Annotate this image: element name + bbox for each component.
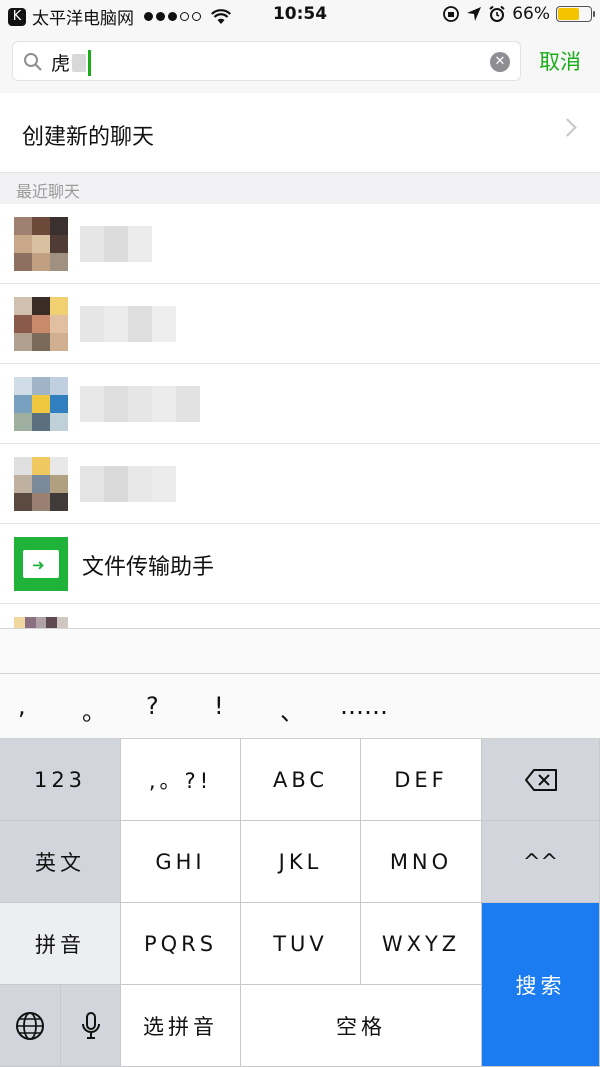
battery-icon <box>556 6 595 22</box>
pqrs-key[interactable]: PQRS <box>121 903 241 985</box>
chat-row-blurred-2[interactable] <box>0 284 600 364</box>
punct-question-key[interactable]: ? <box>146 692 159 720</box>
arrow-right-icon: ➜ <box>32 556 45 574</box>
tuv-key[interactable]: TUV <box>241 903 361 985</box>
chat-name: 文件传输助手 <box>82 555 215 580</box>
battery-percent: 66% <box>512 4 550 24</box>
punct-enum-comma-key[interactable]: 、 <box>280 692 304 727</box>
recent-chats-header: 最近聊天 <box>0 173 600 204</box>
blurred-query-text <box>72 53 87 72</box>
search-input[interactable]: 虎 ✕ <box>12 41 521 81</box>
create-new-chat-label: 创建新的聊天 <box>22 125 155 150</box>
punct-ellipsis-key[interactable]: …… <box>340 692 388 720</box>
status-right: 66% <box>442 4 595 24</box>
text-caret <box>88 49 92 76</box>
create-new-chat-row[interactable]: 创建新的聊天 <box>0 93 600 173</box>
def-key[interactable]: DEF <box>361 739 482 821</box>
location-icon <box>467 7 482 21</box>
recent-chats-label: 最近聊天 <box>16 182 81 201</box>
emoticon-key[interactable]: ^^ <box>482 821 600 903</box>
recent-chat-list: ➜ 文件传输助手 <box>0 204 600 628</box>
blurred-contact-name <box>80 226 152 262</box>
chat-row-blurred-3[interactable] <box>0 364 600 444</box>
search-key[interactable]: 搜索 <box>482 903 600 1067</box>
punctuation-bar: , 。 ? ! 、 …… <box>0 674 600 739</box>
num-key[interactable]: 123 <box>0 739 121 821</box>
orientation-lock-icon <box>443 6 460 22</box>
ghi-key[interactable]: GHI <box>121 821 241 903</box>
search-query: 虎 <box>51 49 92 76</box>
dictation-key[interactable] <box>61 985 121 1067</box>
globe-key[interactable] <box>0 985 61 1067</box>
back-to-app-icon[interactable]: K <box>8 7 26 26</box>
status-left: K 太平洋电脑网 <box>8 4 231 29</box>
select-pinyin-key[interactable]: 选拼音 <box>121 985 241 1067</box>
signal-strength-icon <box>144 12 201 21</box>
avatar <box>14 377 68 431</box>
keyboard: 123 ,。?! ABC DEF 英文 GHI JKL MNO ^^ 拼音 PQ… <box>0 739 600 1067</box>
avatar <box>14 217 68 271</box>
battery-fill <box>558 8 580 20</box>
jkl-key[interactable]: JKL <box>241 821 361 903</box>
pinyin-key[interactable]: 拼音 <box>0 903 121 985</box>
chat-row-blurred-4[interactable] <box>0 444 600 524</box>
backspace-icon <box>524 768 557 791</box>
english-key[interactable]: 英文 <box>0 821 121 903</box>
file-transfer-avatar: ➜ <box>14 537 68 591</box>
avatar <box>14 297 68 351</box>
blurred-contact-name <box>80 306 176 342</box>
punct-period-key[interactable]: 。 <box>82 692 106 727</box>
abc-key[interactable]: ABC <box>241 739 361 821</box>
microphone-icon <box>81 1011 100 1039</box>
avatar <box>14 457 68 511</box>
punct-comma-key[interactable]: , <box>18 692 26 720</box>
punct-exclaim-key[interactable]: ! <box>214 692 224 720</box>
search-query-text: 虎 <box>51 53 71 75</box>
keyboard-candidate-bar <box>0 628 600 674</box>
space-key[interactable]: 空格 <box>241 985 482 1067</box>
chat-row-blurred-1[interactable] <box>0 204 600 284</box>
alarm-icon <box>489 5 505 22</box>
wifi-icon <box>211 8 231 24</box>
cancel-button[interactable]: 取消 <box>539 46 581 76</box>
avatar <box>14 617 68 628</box>
status-bar: K 太平洋电脑网 10:54 66% <box>0 0 600 30</box>
search-icon <box>24 53 42 71</box>
mno-key[interactable]: MNO <box>361 821 482 903</box>
search-header: 虎 ✕ 取消 <box>0 30 600 93</box>
wxyz-key[interactable]: WXYZ <box>361 903 482 985</box>
punct-key[interactable]: ,。?! <box>121 739 241 821</box>
chat-row-partial[interactable] <box>0 604 600 628</box>
blurred-contact-name <box>80 386 200 422</box>
blurred-contact-name <box>80 466 176 502</box>
globe-icon <box>16 1011 44 1040</box>
backspace-key[interactable] <box>482 739 600 821</box>
chat-row-file-transfer[interactable]: ➜ 文件传输助手 <box>0 524 600 604</box>
clear-search-button[interactable]: ✕ <box>490 52 510 72</box>
carrier-name: 太平洋电脑网 <box>32 9 134 29</box>
chevron-right-icon <box>558 118 577 137</box>
